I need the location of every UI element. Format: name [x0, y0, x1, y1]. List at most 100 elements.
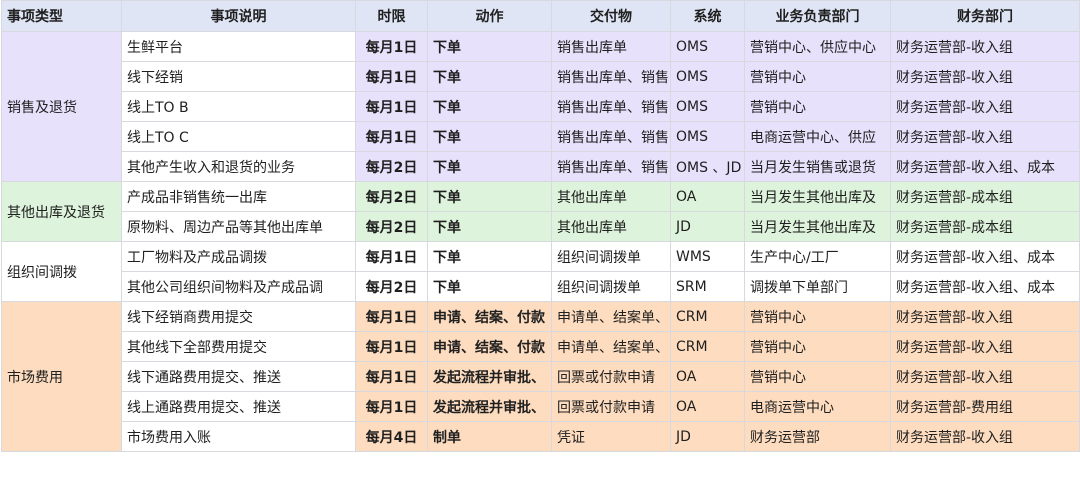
fin-dept-cell[interactable]: 财务运营部-收入组: [890, 61, 1080, 92]
biz-dept-cell[interactable]: 财务运营部: [744, 421, 891, 452]
biz-dept-cell[interactable]: 营销中心: [744, 91, 891, 122]
system-cell[interactable]: OA: [670, 391, 745, 422]
system-cell[interactable]: CRM: [670, 331, 745, 362]
category-cell[interactable]: 销售及退货: [1, 31, 122, 182]
desc-cell[interactable]: 市场费用入账: [121, 421, 356, 452]
fin-dept-cell[interactable]: 财务运营部-收入组: [890, 121, 1080, 152]
header-fin-dept[interactable]: 财务部门: [890, 0, 1080, 32]
biz-dept-cell[interactable]: 营销中心: [744, 361, 891, 392]
fin-dept-cell[interactable]: 财务运营部-收入组: [890, 331, 1080, 362]
desc-cell[interactable]: 原物料、周边产品等其他出库单: [121, 211, 356, 242]
action-cell[interactable]: 制单: [427, 421, 552, 452]
fin-dept-cell[interactable]: 财务运营部-成本组: [890, 211, 1080, 242]
deadline-cell[interactable]: 每月1日: [355, 301, 428, 332]
fin-dept-cell[interactable]: 财务运营部-收入组、成本: [890, 241, 1080, 272]
action-cell[interactable]: 下单: [427, 151, 552, 182]
deliverable-cell[interactable]: 销售出库单、销售: [551, 121, 671, 152]
system-cell[interactable]: CRM: [670, 301, 745, 332]
biz-dept-cell[interactable]: 生产中心/工厂: [744, 241, 891, 272]
deliverable-cell[interactable]: 回票或付款申请: [551, 391, 671, 422]
system-cell[interactable]: SRM: [670, 271, 745, 302]
biz-dept-cell[interactable]: 营销中心: [744, 61, 891, 92]
deliverable-cell[interactable]: 其他出库单: [551, 181, 671, 212]
desc-cell[interactable]: 其他产生收入和退货的业务: [121, 151, 356, 182]
system-cell[interactable]: OMS: [670, 91, 745, 122]
header-system[interactable]: 系统: [670, 0, 745, 32]
desc-cell[interactable]: 线下通路费用提交、推送: [121, 361, 356, 392]
fin-dept-cell[interactable]: 财务运营部-收入组、成本: [890, 271, 1080, 302]
system-cell[interactable]: JD: [670, 211, 745, 242]
deliverable-cell[interactable]: 销售出库单: [551, 31, 671, 62]
desc-cell[interactable]: 工厂物料及产成品调拨: [121, 241, 356, 272]
action-cell[interactable]: 发起流程并审批、: [427, 361, 552, 392]
deadline-cell[interactable]: 每月2日: [355, 151, 428, 182]
fin-dept-cell[interactable]: 财务运营部-收入组: [890, 31, 1080, 62]
action-cell[interactable]: 下单: [427, 121, 552, 152]
fin-dept-cell[interactable]: 财务运营部-成本组: [890, 181, 1080, 212]
biz-dept-cell[interactable]: 营销中心: [744, 331, 891, 362]
header-type[interactable]: 事项类型: [1, 0, 122, 32]
fin-dept-cell[interactable]: 财务运营部-费用组: [890, 391, 1080, 422]
deliverable-cell[interactable]: 其他出库单: [551, 211, 671, 242]
fin-dept-cell[interactable]: 财务运营部-收入组: [890, 91, 1080, 122]
biz-dept-cell[interactable]: 当月发生其他出库及: [744, 181, 891, 212]
deadline-cell[interactable]: 每月4日: [355, 421, 428, 452]
system-cell[interactable]: WMS: [670, 241, 745, 272]
action-cell[interactable]: 下单: [427, 61, 552, 92]
fin-dept-cell[interactable]: 财务运营部-收入组、成本: [890, 151, 1080, 182]
desc-cell[interactable]: 其他线下全部费用提交: [121, 331, 356, 362]
category-cell[interactable]: 其他出库及退货: [1, 181, 122, 242]
deadline-cell[interactable]: 每月1日: [355, 241, 428, 272]
action-cell[interactable]: 下单: [427, 241, 552, 272]
fin-dept-cell[interactable]: 财务运营部-收入组: [890, 361, 1080, 392]
biz-dept-cell[interactable]: 营销中心: [744, 301, 891, 332]
header-deliverable[interactable]: 交付物: [551, 0, 671, 32]
system-cell[interactable]: OA: [670, 361, 745, 392]
deliverable-cell[interactable]: 销售出库单、销售: [551, 61, 671, 92]
biz-dept-cell[interactable]: 营销中心、供应中心: [744, 31, 891, 62]
deadline-cell[interactable]: 每月1日: [355, 91, 428, 122]
deliverable-cell[interactable]: 凭证: [551, 421, 671, 452]
deadline-cell[interactable]: 每月1日: [355, 361, 428, 392]
action-cell[interactable]: 申请、结案、付款: [427, 301, 552, 332]
system-cell[interactable]: OMS: [670, 31, 745, 62]
system-cell[interactable]: OMS 、JD: [670, 151, 745, 182]
biz-dept-cell[interactable]: 当月发生其他出库及: [744, 211, 891, 242]
header-desc[interactable]: 事项说明: [121, 0, 356, 32]
header-action[interactable]: 动作: [427, 0, 552, 32]
system-cell[interactable]: OMS: [670, 121, 745, 152]
system-cell[interactable]: JD: [670, 421, 745, 452]
action-cell[interactable]: 下单: [427, 181, 552, 212]
desc-cell[interactable]: 线下经销: [121, 61, 356, 92]
desc-cell[interactable]: 线上通路费用提交、推送: [121, 391, 356, 422]
fin-dept-cell[interactable]: 财务运营部-收入组: [890, 301, 1080, 332]
desc-cell[interactable]: 线上TO B: [121, 91, 356, 122]
deliverable-cell[interactable]: 销售出库单、销售: [551, 151, 671, 182]
action-cell[interactable]: 下单: [427, 31, 552, 62]
deadline-cell[interactable]: 每月2日: [355, 211, 428, 242]
header-deadline[interactable]: 时限: [355, 0, 428, 32]
deliverable-cell[interactable]: 申请单、结案单、: [551, 301, 671, 332]
biz-dept-cell[interactable]: 电商运营中心: [744, 391, 891, 422]
desc-cell[interactable]: 产成品非销售统一出库: [121, 181, 356, 212]
action-cell[interactable]: 下单: [427, 211, 552, 242]
deadline-cell[interactable]: 每月1日: [355, 31, 428, 62]
action-cell[interactable]: 发起流程并审批、: [427, 391, 552, 422]
biz-dept-cell[interactable]: 电商运营中心、供应: [744, 121, 891, 152]
fin-dept-cell[interactable]: 财务运营部-收入组: [890, 421, 1080, 452]
desc-cell[interactable]: 线下经销商费用提交: [121, 301, 356, 332]
action-cell[interactable]: 下单: [427, 91, 552, 122]
system-cell[interactable]: OMS: [670, 61, 745, 92]
desc-cell[interactable]: 生鲜平台: [121, 31, 356, 62]
deadline-cell[interactable]: 每月2日: [355, 271, 428, 302]
action-cell[interactable]: 申请、结案、付款: [427, 331, 552, 362]
desc-cell[interactable]: 其他公司组织间物料及产成品调: [121, 271, 356, 302]
system-cell[interactable]: OA: [670, 181, 745, 212]
header-biz-dept[interactable]: 业务负责部门: [744, 0, 891, 32]
action-cell[interactable]: 下单: [427, 271, 552, 302]
desc-cell[interactable]: 线上TO C: [121, 121, 356, 152]
deadline-cell[interactable]: 每月1日: [355, 331, 428, 362]
deliverable-cell[interactable]: 组织间调拨单: [551, 271, 671, 302]
deliverable-cell[interactable]: 销售出库单、销售: [551, 91, 671, 122]
deliverable-cell[interactable]: 申请单、结案单、: [551, 331, 671, 362]
